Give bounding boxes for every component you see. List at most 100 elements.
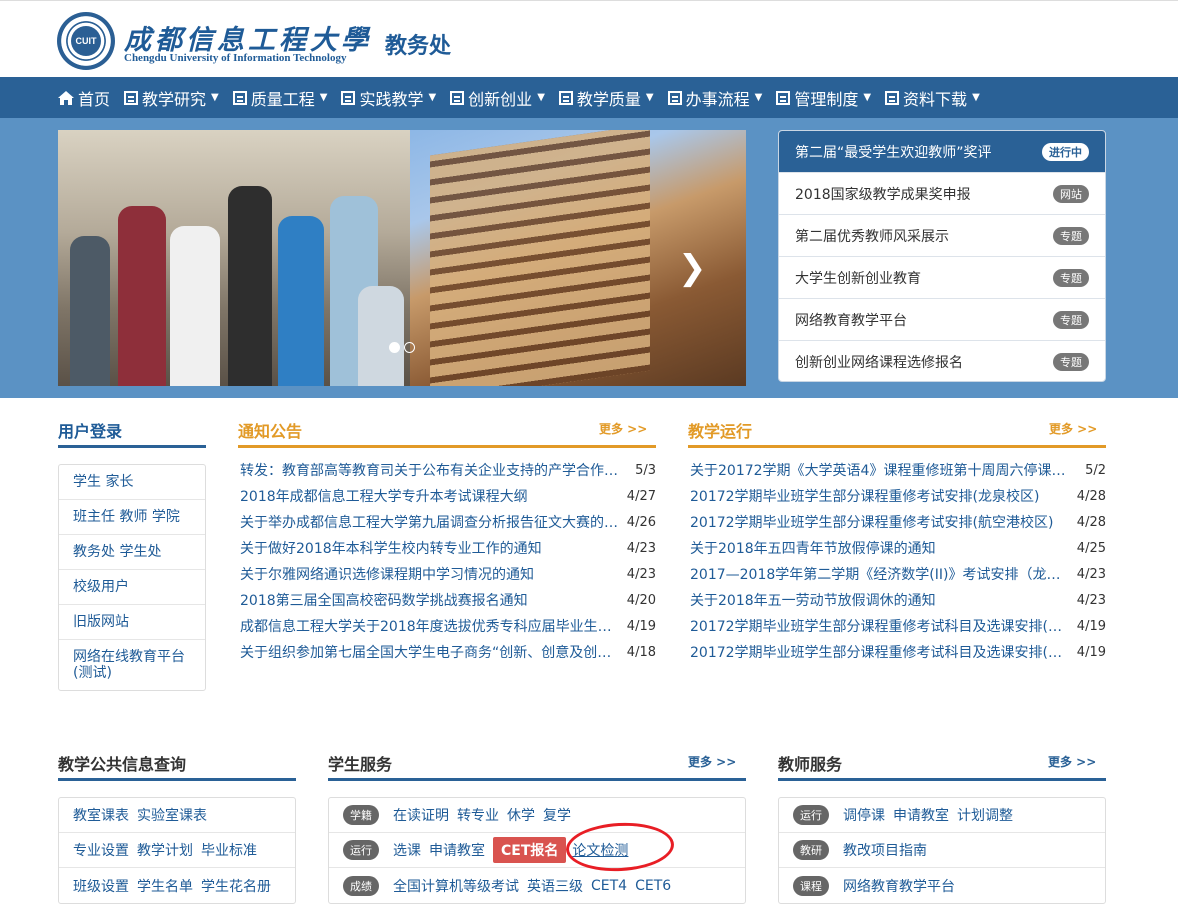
list-item[interactable]: 关于举办成都信息工程大学第九届调查分析报告征文大赛的通知 4/26 bbox=[240, 514, 656, 540]
student-more-link[interactable]: 更多 >> bbox=[688, 753, 736, 770]
student-section-title: 学生服务 bbox=[328, 751, 746, 781]
query-link-student-list[interactable]: 学生名单 bbox=[137, 876, 193, 896]
service-link-cet6[interactable]: CET6 bbox=[635, 878, 671, 894]
login-link-student-parent[interactable]: 学生 家长 bbox=[59, 465, 205, 500]
service-link-resume[interactable]: 复学 bbox=[543, 805, 571, 825]
department-name: 教务处 bbox=[385, 34, 452, 59]
next-arrow-icon[interactable]: ❯ bbox=[678, 248, 707, 288]
notice-date: 5/3 bbox=[635, 463, 656, 478]
query-link-student-roster[interactable]: 学生花名册 bbox=[201, 876, 271, 896]
featured-news-title: 网络教育教学平台 bbox=[795, 312, 907, 329]
login-link-office[interactable]: 教务处 学生处 bbox=[59, 535, 205, 570]
teacher-more-link[interactable]: 更多 >> bbox=[1048, 753, 1096, 770]
featured-news-item[interactable]: 第二届“最受学生欢迎教师”奖评 进行中 bbox=[779, 131, 1105, 173]
nav-item-innovation[interactable]: 创新创业 ▼ bbox=[450, 86, 545, 110]
login-link-online-platform[interactable]: 网络在线教育平台(测试) bbox=[59, 640, 205, 690]
list-item[interactable]: 关于尔雅网络通识选修课程期中学习情况的通知 4/23 bbox=[240, 566, 656, 592]
caret-down-icon: ▼ bbox=[428, 92, 437, 103]
nav-item-regulations[interactable]: 管理制度 ▼ bbox=[776, 86, 871, 110]
nav-item-procedures[interactable]: 办事流程 ▼ bbox=[667, 86, 763, 110]
list-item[interactable]: 2017—2018学年第二学期《经济数学(II)》考试安排（龙泉校区） 4/23 bbox=[690, 566, 1106, 592]
query-link-lab-schedule[interactable]: 实验室课表 bbox=[137, 805, 207, 825]
service-link-cet4[interactable]: CET4 bbox=[591, 878, 627, 894]
featured-news-title: 第二届“最受学生欢迎教师”奖评 bbox=[795, 144, 992, 161]
nav-label: 管理制度 bbox=[794, 89, 859, 109]
featured-news-item[interactable]: 创新创业网络课程选修报名 专题 bbox=[779, 341, 1105, 381]
service-link-reform-guide[interactable]: 教改项目指南 bbox=[843, 840, 927, 860]
service-link-room-request[interactable]: 申请教室 bbox=[429, 840, 485, 860]
service-link-change-major[interactable]: 转专业 bbox=[457, 805, 499, 825]
run-date: 5/2 bbox=[1085, 463, 1106, 478]
nav-item-downloads[interactable]: 资料下载 ▼ bbox=[885, 86, 980, 110]
list-item[interactable]: 2018第三届全国高校密码数学挑战赛报名通知 4/20 bbox=[240, 592, 656, 618]
category-badge: 成绩 bbox=[343, 875, 379, 896]
category-badge: 运行 bbox=[793, 805, 829, 825]
featured-news-item[interactable]: 2018国家级教学成果奖申报 网站 bbox=[779, 173, 1105, 215]
list-item[interactable]: 关于做好2018年本科学生校内转专业工作的通知 4/23 bbox=[240, 540, 656, 566]
nav-item-practice[interactable]: 实践教学 ▼ bbox=[341, 86, 436, 110]
featured-news-item[interactable]: 大学生创新创业教育 专题 bbox=[779, 257, 1105, 299]
category-badge: 课程 bbox=[793, 875, 829, 896]
list-item[interactable]: 关于组织参加第七届全国大学生电子商务“创新、创意及创业”挑战赛 4/18 bbox=[240, 644, 656, 670]
main-nav: 首页 教学研究 ▼ 质量工程 ▼ 实践教学 ▼ 创新创业 ▼ 教学质量 ▼ 办事流程 ▼ 管… bbox=[0, 77, 1178, 118]
login-link-teacher[interactable]: 班主任 教师 学院 bbox=[59, 500, 205, 535]
list-item[interactable]: 20172学期毕业班学生部分课程重修考试安排(龙泉校区) 4/28 bbox=[690, 488, 1106, 514]
nav-item-research[interactable]: 教学研究 ▼ bbox=[124, 86, 219, 110]
service-link-course-selection[interactable]: 选课 bbox=[393, 840, 421, 860]
list-item[interactable]: 关于20172学期《大学英语4》课程重修班第十周周六停课的通知 5/2 bbox=[690, 462, 1106, 488]
service-link-room-request[interactable]: 申请教室 bbox=[893, 805, 949, 825]
featured-news-item[interactable]: 网络教育教学平台 专题 bbox=[779, 299, 1105, 341]
category-badge: 教研 bbox=[793, 840, 829, 860]
list-item[interactable]: 关于2018年五四青年节放假停课的通知 4/25 bbox=[690, 540, 1106, 566]
nav-item-teaching-quality[interactable]: 教学质量 ▼ bbox=[558, 86, 654, 110]
nav-item-quality-project[interactable]: 质量工程 ▼ bbox=[232, 86, 327, 110]
list-item[interactable]: 关于2018年五一劳动节放假调休的通知 4/23 bbox=[690, 592, 1106, 618]
list-item[interactable]: 20172学期毕业班学生部分课程重修考试安排(航空港校区) 4/28 bbox=[690, 514, 1106, 540]
university-name-en: Chengdu University of Information Techno… bbox=[124, 52, 347, 64]
notice-more-link[interactable]: 更多 >> bbox=[599, 420, 647, 437]
image-slider[interactable]: ❯ bbox=[58, 130, 746, 386]
list-item[interactable]: 20172学期毕业班学生部分课程重修考试科目及选课安排(航空港校区) 4/19 bbox=[690, 644, 1106, 670]
query-link-classes[interactable]: 班级设置 bbox=[73, 876, 129, 896]
query-link-graduation-standard[interactable]: 毕业标准 bbox=[201, 840, 257, 860]
service-link-computer-exam[interactable]: 全国计算机等级考试 bbox=[393, 876, 519, 896]
query-link-majors[interactable]: 专业设置 bbox=[73, 840, 129, 860]
caret-down-icon: ▼ bbox=[537, 92, 545, 103]
caret-down-icon: ▼ bbox=[754, 92, 763, 103]
slider-dot[interactable] bbox=[404, 342, 415, 353]
status-badge: 专题 bbox=[1053, 226, 1089, 245]
photo-figure bbox=[170, 226, 220, 386]
run-title: 关于2018年五一劳动节放假调休的通知 bbox=[690, 593, 936, 609]
service-link-plan-adjust[interactable]: 计划调整 bbox=[957, 805, 1013, 825]
run-title: 关于2018年五四青年节放假停课的通知 bbox=[690, 541, 936, 557]
notice-title: 关于做好2018年本科学生校内转专业工作的通知 bbox=[240, 541, 542, 557]
nav-item-home[interactable]: 首页 bbox=[57, 86, 110, 110]
nav-label: 办事流程 bbox=[685, 89, 750, 109]
login-link-old-site[interactable]: 旧版网站 bbox=[59, 605, 205, 640]
query-link-classroom-schedule[interactable]: 教室课表 bbox=[73, 805, 129, 825]
nav-label: 教学质量 bbox=[576, 89, 641, 109]
list-item[interactable]: 2018年成都信息工程大学专升本考试课程大纲 4/27 bbox=[240, 488, 656, 514]
cet-registration-button[interactable]: CET报名 bbox=[493, 837, 567, 863]
caret-down-icon: ▼ bbox=[211, 92, 219, 103]
list-item[interactable]: 成都信息工程大学关于2018年度选拔优秀专科应届毕业生进入本科学习 4/19 bbox=[240, 618, 656, 644]
run-more-link[interactable]: 更多 >> bbox=[1049, 420, 1097, 437]
notice-date: 4/27 bbox=[626, 489, 656, 504]
service-link-online-platform[interactable]: 网络教育教学平台 bbox=[843, 876, 955, 896]
caret-down-icon: ▼ bbox=[645, 92, 654, 103]
list-item[interactable]: 20172学期毕业班学生部分课程重修考试科目及选课安排(龙泉校区) 4/19 bbox=[690, 618, 1106, 644]
service-link-english-level3[interactable]: 英语三级 bbox=[527, 876, 583, 896]
notice-date: 4/19 bbox=[626, 619, 656, 634]
service-link-reschedule[interactable]: 调停课 bbox=[843, 805, 885, 825]
service-link-suspend[interactable]: 休学 bbox=[507, 805, 535, 825]
photo-figure bbox=[278, 216, 324, 386]
caret-down-icon: ▼ bbox=[972, 92, 980, 103]
run-title: 2017—2018学年第二学期《经济数学(II)》考试安排（龙泉校区） bbox=[690, 567, 1070, 583]
login-link-school-user[interactable]: 校级用户 bbox=[59, 570, 205, 605]
featured-news-item[interactable]: 第二届优秀教师风采展示 专题 bbox=[779, 215, 1105, 257]
list-item[interactable]: 转发：教育部高等教育司关于公布有关企业支持的产学合作协同育人项目 5/3 bbox=[240, 462, 656, 488]
query-link-teaching-plan[interactable]: 教学计划 bbox=[137, 840, 193, 860]
slider-dot[interactable] bbox=[389, 342, 400, 353]
university-seal-logo[interactable]: CUIT bbox=[57, 12, 115, 70]
service-link-enrollment-certificate[interactable]: 在读证明 bbox=[393, 805, 449, 825]
